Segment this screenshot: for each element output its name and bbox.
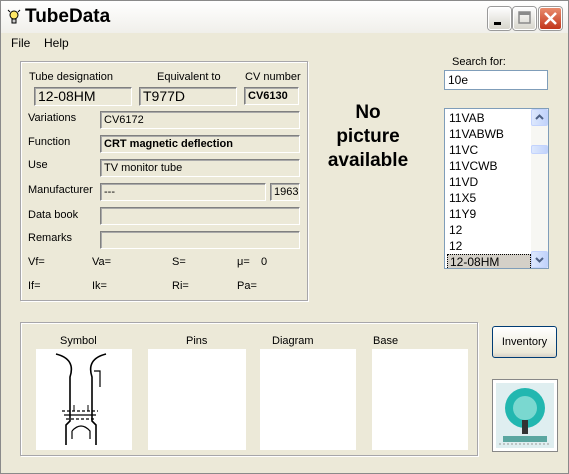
no-picture-line3: available xyxy=(327,150,409,171)
pins-image xyxy=(148,349,246,450)
cv-number-label: CV number xyxy=(245,71,301,83)
diagram-image xyxy=(260,349,356,450)
no-picture-line2: picture xyxy=(336,126,400,147)
arrow-down-icon xyxy=(535,257,544,263)
list-scrollbar[interactable] xyxy=(531,109,548,268)
scroll-thumb[interactable] xyxy=(531,145,548,154)
pa-label: Pa= xyxy=(237,280,257,292)
diagram-label: Diagram xyxy=(272,335,314,347)
scroll-down-button[interactable] xyxy=(531,251,548,268)
symbol-image xyxy=(36,349,132,450)
list-item[interactable]: 11VABWB xyxy=(447,126,531,142)
tube-logo xyxy=(492,379,558,452)
if-label: If= xyxy=(28,280,41,292)
minimize-icon xyxy=(494,22,501,25)
inventory-button[interactable]: Inventory xyxy=(492,326,557,358)
arrow-up-icon xyxy=(535,114,544,120)
window-title: TubeData xyxy=(25,6,111,27)
search-input[interactable]: 10e xyxy=(444,70,548,90)
list-item[interactable]: 12 xyxy=(447,222,531,238)
no-picture-line1: No xyxy=(355,102,381,123)
manufacturer-label: Manufacturer xyxy=(28,184,93,196)
equivalent-label: Equivalent to xyxy=(157,71,221,83)
base-label: Base xyxy=(373,335,399,347)
year-field[interactable]: 1963 xyxy=(270,183,300,201)
no-picture-text: No picture available xyxy=(315,101,421,173)
use-field[interactable]: TV monitor tube xyxy=(100,159,300,177)
list-item[interactable]: 11X5 xyxy=(447,190,531,206)
databook-field[interactable] xyxy=(100,207,300,225)
designation-field[interactable]: 12-08HM xyxy=(34,87,132,106)
designation-label: Tube designation xyxy=(29,71,113,83)
pins-label: Pins xyxy=(186,335,208,347)
maximize-icon xyxy=(518,11,531,24)
vf-label: Vf= xyxy=(28,256,45,268)
menu-bar: File Help xyxy=(1,34,568,53)
databook-label: Data book xyxy=(28,209,79,221)
menu-file[interactable]: File xyxy=(11,36,30,50)
search-label: Search for: xyxy=(452,56,506,68)
s-label: S= xyxy=(172,256,186,268)
tube-list[interactable]: 11VAB 11VABWB 11VC 11VCWB 11VD 11X5 11Y9 12 12 12… xyxy=(444,108,549,269)
scroll-up-button[interactable] xyxy=(531,109,548,126)
function-label: Function xyxy=(28,136,71,148)
list-item[interactable]: 11Y9 xyxy=(447,206,531,222)
menu-help[interactable]: Help xyxy=(44,36,69,50)
list-item[interactable]: 11VCWB xyxy=(447,158,531,174)
title-bar[interactable]: TubeData xyxy=(1,1,568,33)
equivalent-field[interactable]: T977D xyxy=(139,87,237,106)
maximize-button[interactable] xyxy=(513,7,536,30)
minimize-button[interactable] xyxy=(488,7,511,30)
variations-field[interactable]: CV6172 xyxy=(100,111,300,129)
mu-value: 0 xyxy=(261,256,268,268)
function-field[interactable]: CRT magnetic deflection xyxy=(100,135,300,153)
use-label: Use xyxy=(28,159,48,171)
list-item[interactable]: 12 xyxy=(447,238,531,254)
app-window: TubeData File Help Tube designation Equi… xyxy=(0,0,569,474)
manufacturer-field[interactable]: --- xyxy=(100,183,266,201)
symbol-label: Symbol xyxy=(60,335,97,347)
lightbulb-icon xyxy=(7,9,21,25)
cv-number-field[interactable]: CV6130 xyxy=(244,87,299,105)
list-item-selected[interactable]: 12-08HM xyxy=(447,254,531,268)
base-image xyxy=(372,349,468,450)
list-item[interactable]: 11VD xyxy=(447,174,531,190)
list-item[interactable]: 11VC xyxy=(447,142,531,158)
ri-label: Ri= xyxy=(172,280,189,292)
remarks-label: Remarks xyxy=(28,232,73,244)
ik-label: Ik= xyxy=(92,280,107,292)
remarks-field[interactable] xyxy=(100,231,300,249)
va-label: Va= xyxy=(92,256,112,268)
mu-label: μ= xyxy=(237,256,250,268)
list-item[interactable]: 11VAB xyxy=(447,110,531,126)
close-button[interactable] xyxy=(539,7,562,30)
close-icon xyxy=(544,12,557,25)
variations-label: Variations xyxy=(28,112,77,124)
